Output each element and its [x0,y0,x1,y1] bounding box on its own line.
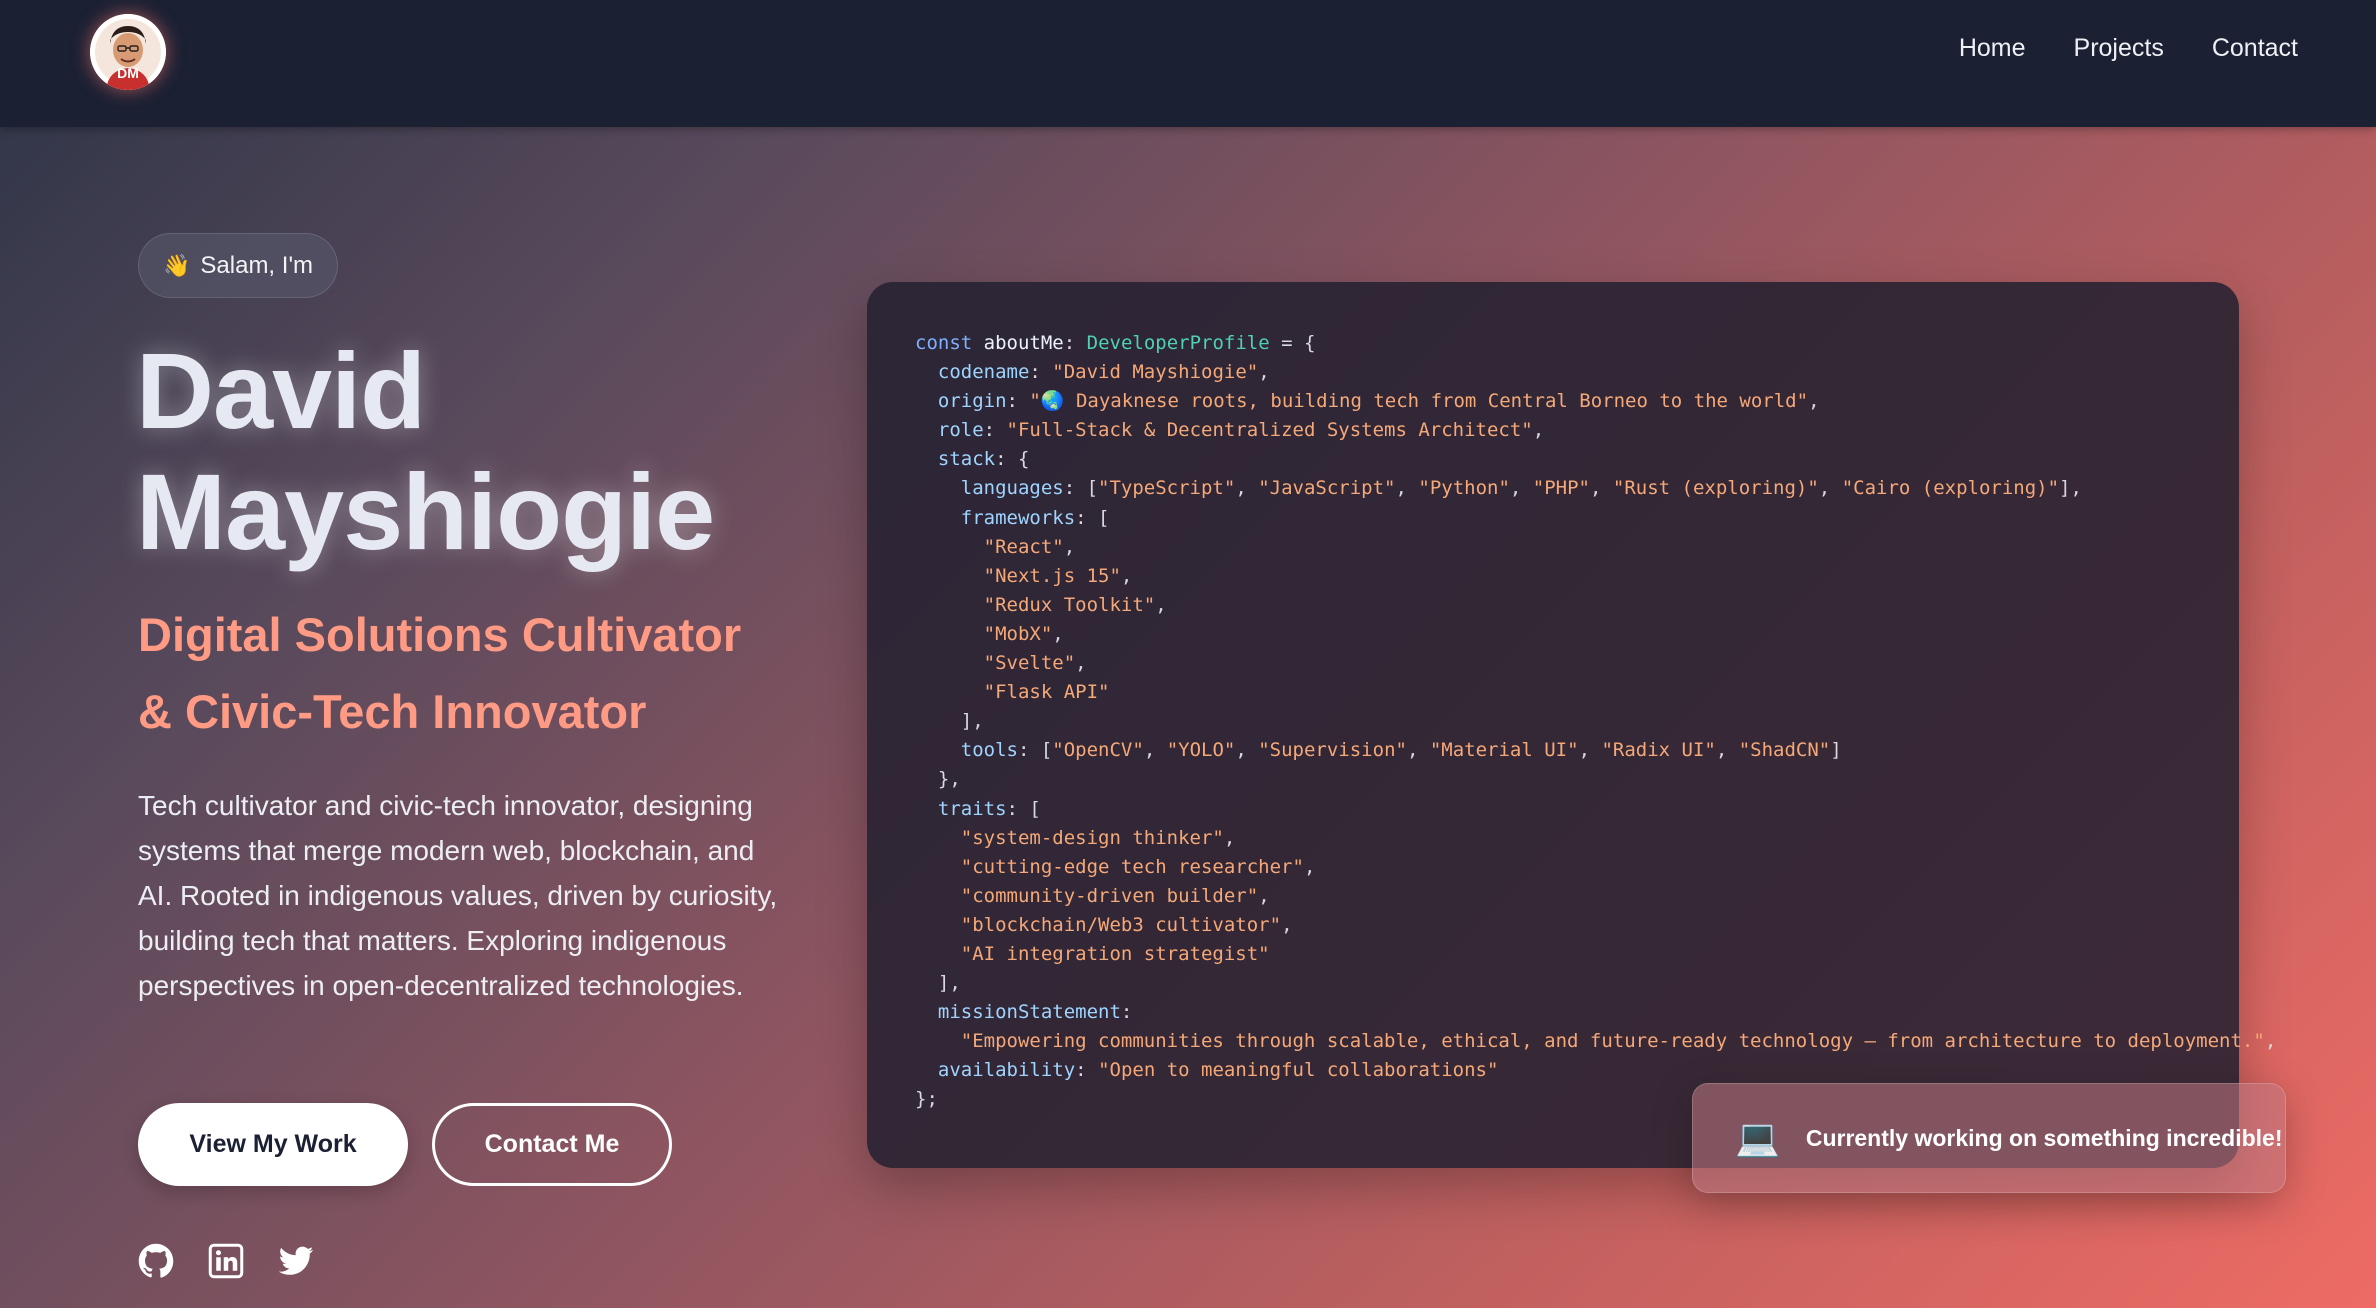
code-variable-name: aboutMe [983,332,1064,354]
code-codename-value: "David Mayshiogie" [1052,361,1259,384]
code-availability-value: "Open to meaningful collaborations" [1098,1059,1499,1082]
code-framework-item: "Next.js 15" [983,564,1121,587]
nav-contact-link[interactable]: Contact [2212,34,2298,63]
laptop-icon: 💻 [1735,1117,1780,1158]
code-key: stack [937,448,996,471]
code-origin-value: "🌏 Dayaknese roots, building tech from C… [1029,390,1809,413]
code-language-item: "Rust (exploring)" [1612,477,1819,500]
nav-home-link[interactable]: Home [1959,34,2026,63]
code-trait-item: "AI integration strategist" [960,942,1270,965]
code-trait-item: "cutting-edge tech researcher" [960,855,1304,878]
code-role-value: "Full-Stack & Decentralized Systems Arch… [1006,419,1533,442]
code-trait-item: "blockchain/Web3 cultivator" [960,913,1282,936]
contact-me-button[interactable]: Contact Me [432,1103,672,1186]
nav-projects-link[interactable]: Projects [2074,34,2164,63]
code-mission-value: "Empowering communities through scalable… [960,1030,2265,1053]
code-key: traits [937,797,1007,820]
code-trait-item: "community-driven builder" [960,884,1259,907]
code-key: frameworks [960,506,1076,529]
code-tool-item: "Supervision" [1258,739,1407,762]
hero-name-last: Mayshiogie [136,451,715,572]
code-key: origin [937,390,1007,413]
code-tool-item: "YOLO" [1166,739,1236,762]
code-framework-item: "Svelte" [983,652,1076,675]
code-type-name: DeveloperProfile [1086,332,1270,354]
code-key: tools [960,739,1018,762]
code-key: missionStatement [937,1001,1121,1024]
code-language-item: "JavaScript" [1258,477,1396,500]
hero-name: David Mayshiogie [136,330,856,572]
code-tool-item: "OpenCV" [1052,739,1144,762]
code-language-item: "Cairo (exploring)" [1841,477,2060,500]
hero-name-first: David [136,330,426,451]
avatar-icon: DM [90,14,166,90]
navbar: DM Home Projects Contact [0,0,2376,127]
code-card: const aboutMe: DeveloperProfile = { code… [867,282,2277,1168]
hero-title: Digital Solutions Cultivator & Civic-Tec… [138,596,838,750]
waving-hand-icon: 👋 [163,252,191,278]
nav-links: Home Projects Contact [1959,34,2298,63]
github-icon[interactable] [138,1243,174,1279]
hero-title-line1: Digital Solutions Cultivator [138,608,742,661]
code-tool-item: "ShadCN" [1738,739,1831,762]
toast-text: Currently working on something incredibl… [1805,1124,2283,1151]
code-tool-item: "Material UI" [1429,739,1579,762]
greeting-badge: 👋 Salam, I'm [138,233,339,298]
view-my-work-button[interactable]: View My Work [138,1103,408,1186]
linkedin-icon[interactable] [208,1243,244,1279]
code-keyword: const [915,332,973,354]
code-trait-item: "system-design thinker" [960,826,1224,849]
code-tool-item: "Radix UI" [1601,739,1716,762]
code-key: role [937,419,984,442]
code-language-item: "PHP" [1532,477,1590,500]
hero-title-line2: & Civic-Tech Innovator [138,685,647,738]
code-framework-item: "React" [983,535,1064,558]
code-key: availability [937,1059,1076,1082]
code-framework-item: "Flask API" [983,681,1110,704]
status-toast: 💻 Currently working on something incredi… [1692,1083,2286,1193]
twitter-icon[interactable] [278,1243,314,1279]
code-language-item: "Python" [1418,477,1510,500]
social-links [138,1243,314,1279]
greeting-text: Salam, I'm [200,251,314,279]
code-framework-item: "MobX" [983,622,1053,645]
logo-avatar[interactable]: DM [90,14,166,90]
hero-description: Tech cultivator and civic-tech innovator… [138,790,778,1001]
code-language-item: "TypeScript" [1098,477,1236,500]
code-key: codename [937,361,1030,384]
code-framework-item: "Redux Toolkit" [983,593,1156,616]
svg-text:DM: DM [117,65,139,81]
code-block: const aboutMe: DeveloperProfile = { code… [915,332,2277,1111]
code-key: languages [960,477,1064,500]
